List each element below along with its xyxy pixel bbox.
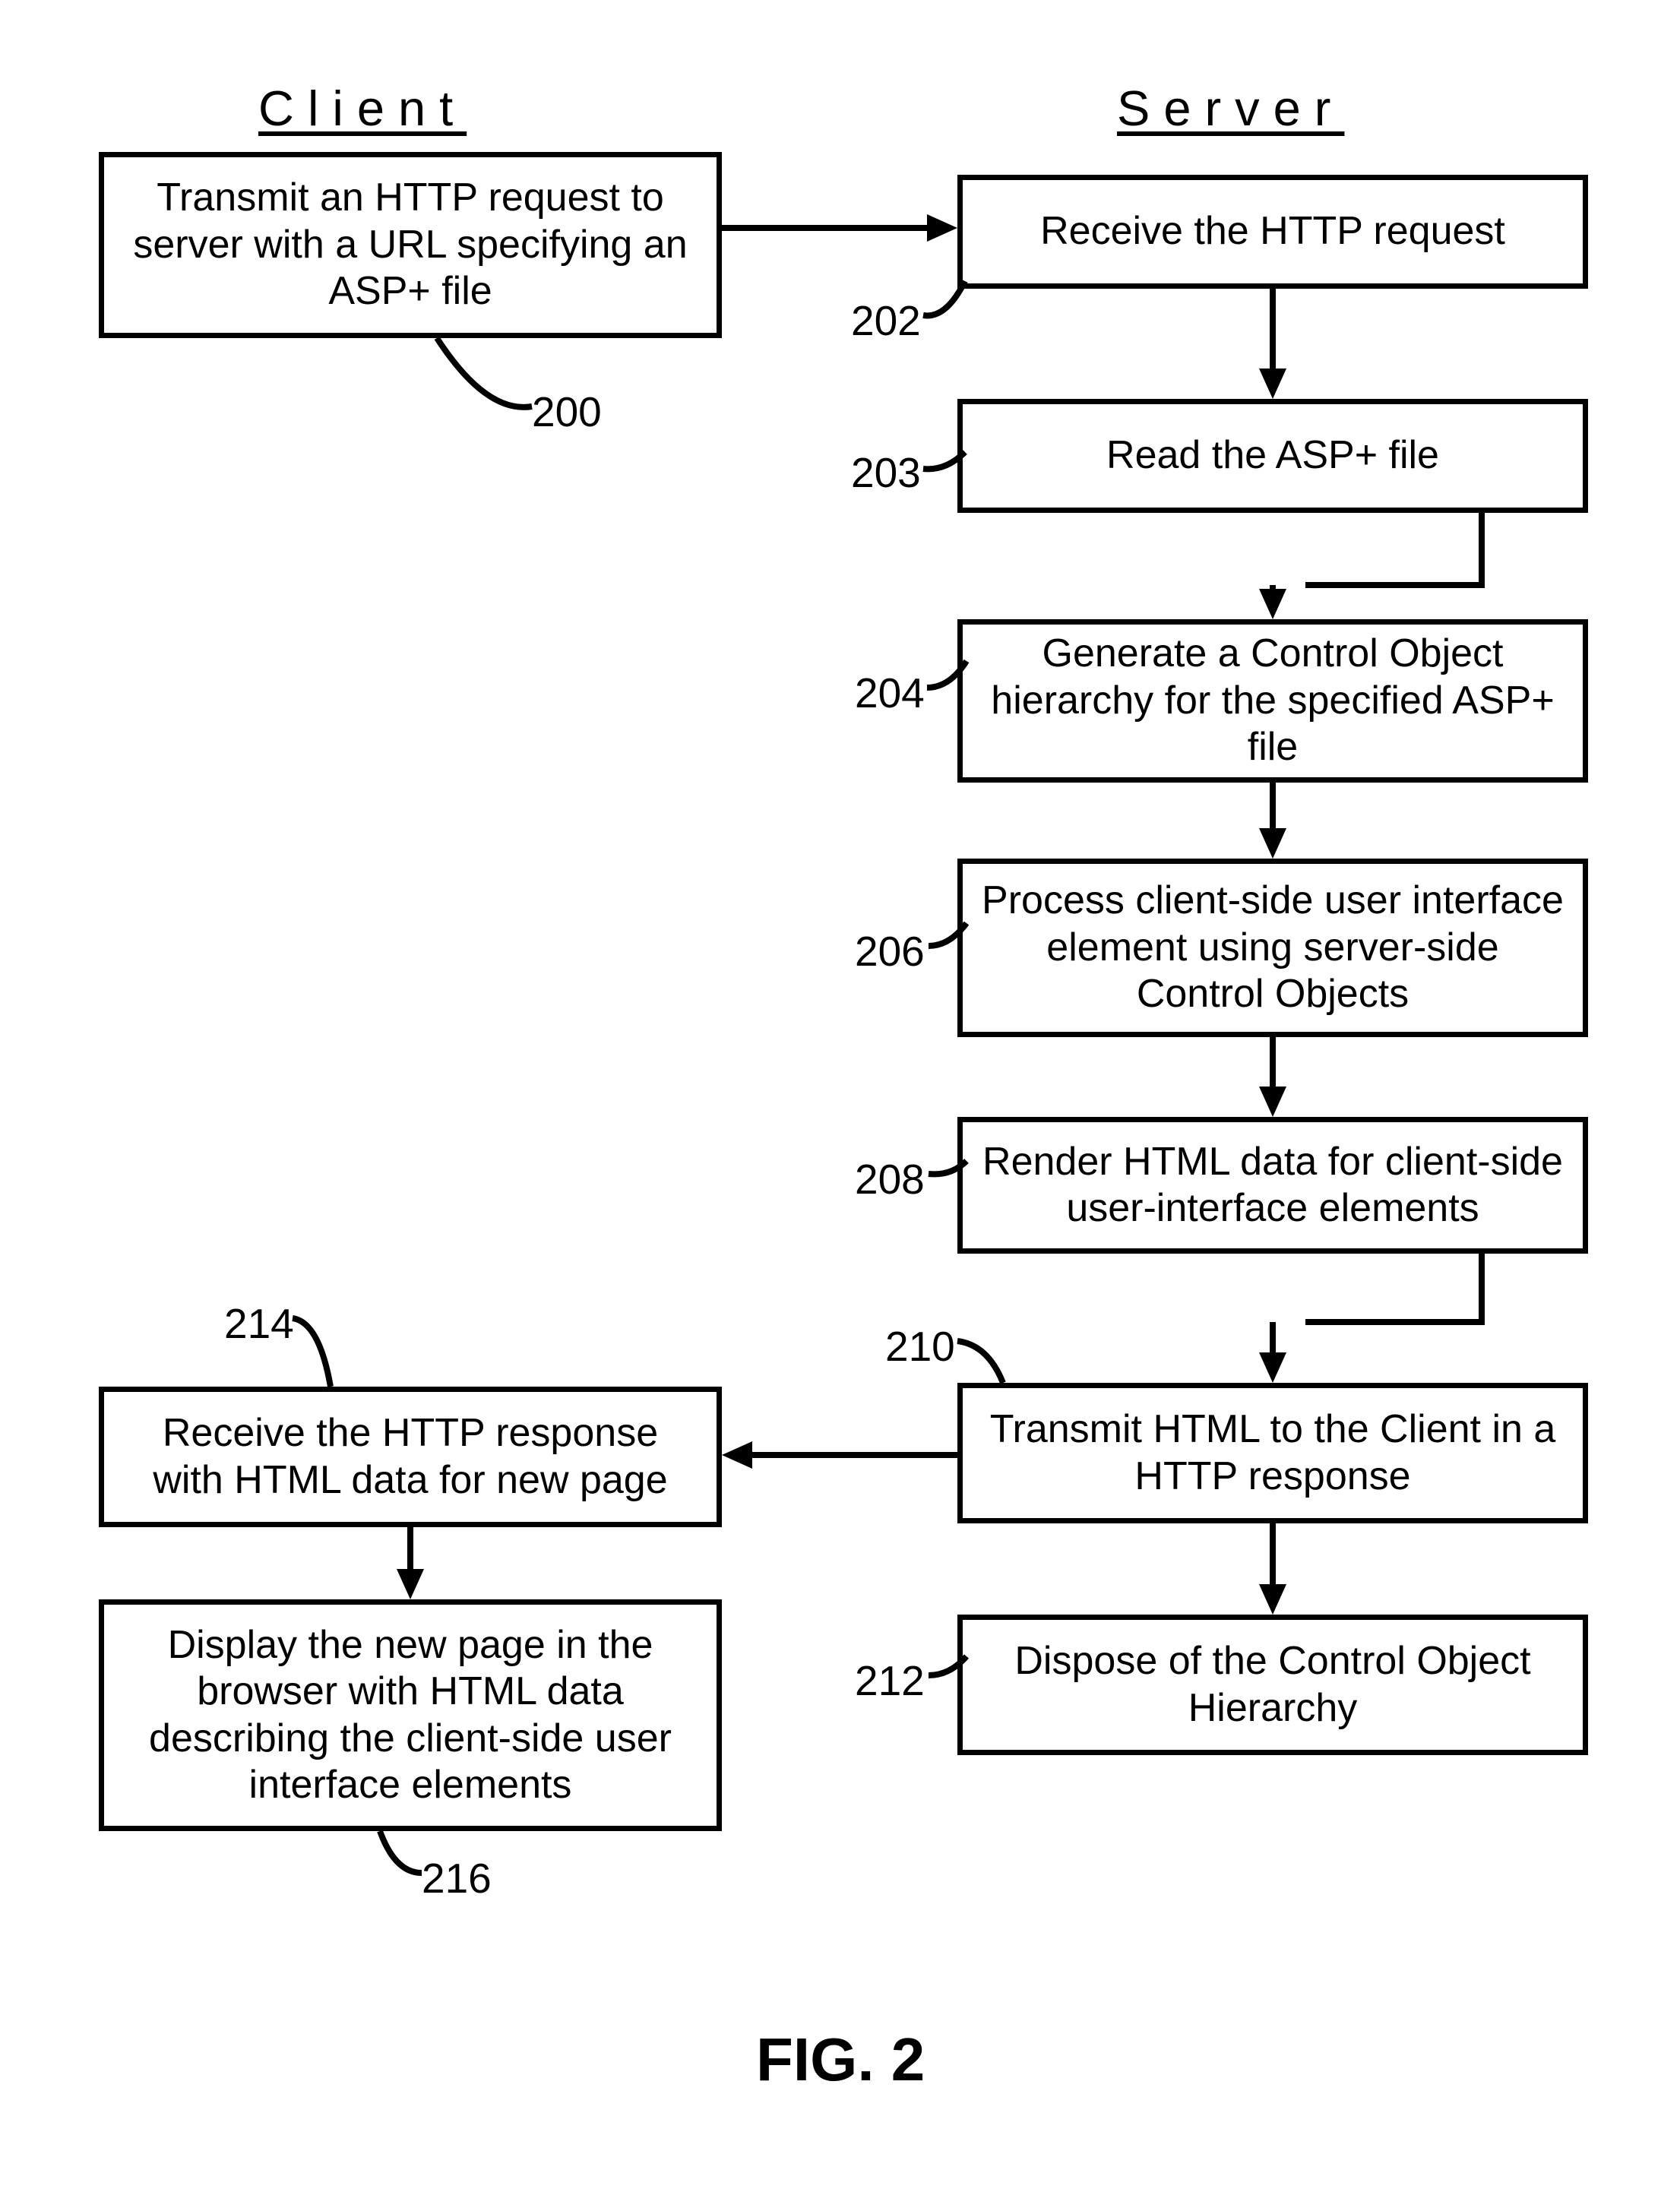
box-200: Transmit an HTTP request to server with … — [99, 152, 722, 338]
label-206: 206 — [855, 927, 925, 976]
client-heading: Client — [258, 80, 467, 137]
box-203: Read the ASP+ file — [957, 399, 1588, 513]
box-202: Receive the HTTP request — [957, 175, 1588, 289]
label-216: 216 — [422, 1854, 492, 1903]
box-206: Process client-side user interface eleme… — [957, 859, 1588, 1037]
box-214: Receive the HTTP response with HTML data… — [99, 1387, 722, 1527]
label-204: 204 — [855, 669, 925, 717]
label-212: 212 — [855, 1656, 925, 1705]
label-200: 200 — [532, 387, 602, 436]
server-heading: Server — [1117, 80, 1344, 137]
box-204: Generate a Control Object hierarchy for … — [957, 619, 1588, 783]
label-203: 203 — [851, 448, 921, 497]
figure-caption: FIG. 2 — [756, 2025, 925, 2095]
label-208: 208 — [855, 1155, 925, 1204]
box-208: Render HTML data for client-side user-in… — [957, 1117, 1588, 1254]
label-214: 214 — [224, 1299, 294, 1348]
label-202: 202 — [851, 296, 921, 345]
box-212: Dispose of the Control Object Hierarchy — [957, 1615, 1588, 1755]
box-210: Transmit HTML to the Client in a HTTP re… — [957, 1383, 1588, 1523]
label-210: 210 — [885, 1322, 955, 1371]
box-216: Display the new page in the browser with… — [99, 1599, 722, 1831]
diagram-page: Client Server Transmit an HTTP request t… — [0, 0, 1680, 2192]
